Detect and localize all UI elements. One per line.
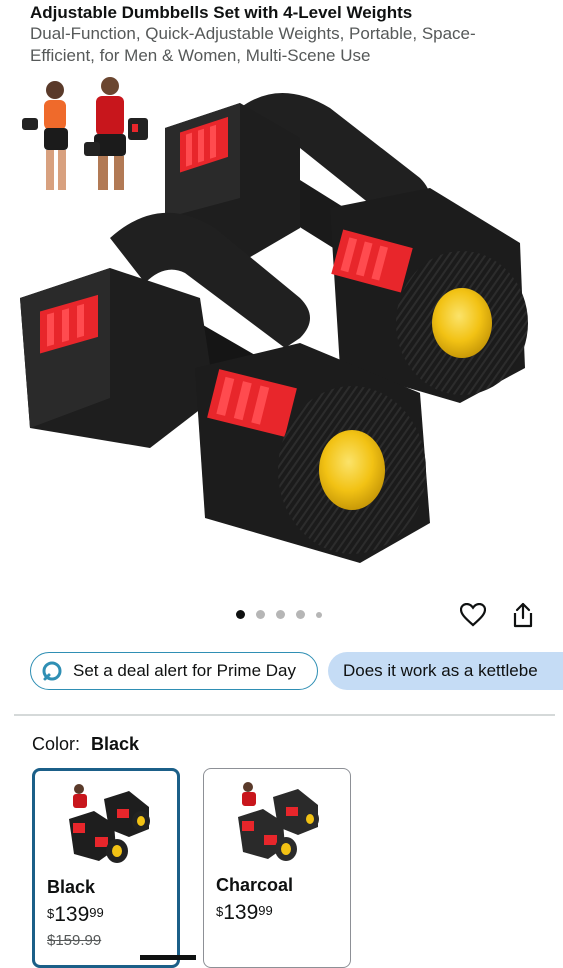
selected-color-value: Black xyxy=(91,734,140,754)
carousel-dot[interactable] xyxy=(316,611,322,618)
variant-price: $ 139 99 xyxy=(216,901,273,924)
carousel-dot[interactable] xyxy=(256,610,265,619)
section-divider xyxy=(14,714,555,716)
heart-icon[interactable] xyxy=(458,600,488,630)
carousel-dot[interactable] xyxy=(276,610,285,619)
product-title: Adjustable Dumbbells Set with 4-Level We… xyxy=(30,3,413,22)
question-chip[interactable]: Does it work as a kettlebe xyxy=(328,652,563,690)
variant-thumbnail xyxy=(69,784,150,863)
image-carousel-indicator[interactable] xyxy=(236,610,322,619)
variant-name: Charcoal xyxy=(216,875,294,895)
deal-alert-chip[interactable]: Set a deal alert for Prime Day xyxy=(30,652,318,690)
variant-was-price: $159.99 xyxy=(47,932,102,949)
alexa-icon xyxy=(42,661,62,681)
home-indicator xyxy=(140,955,196,960)
carousel-dot[interactable] xyxy=(296,610,305,619)
color-label: Color: xyxy=(32,734,81,754)
carousel-dot[interactable] xyxy=(236,610,245,619)
question-chip-label: Does it work as a kettlebe xyxy=(343,661,538,680)
lifestyle-photo xyxy=(22,77,148,190)
deal-alert-label: Set a deal alert for Prime Day xyxy=(73,661,296,680)
variant-name: Black xyxy=(47,877,96,897)
color-option-black[interactable]: Black $ 139 99 $159.99 xyxy=(32,768,180,968)
share-icon[interactable] xyxy=(508,600,538,630)
product-image[interactable] xyxy=(0,68,563,598)
color-selector-header: Color: Black xyxy=(32,734,139,755)
variant-thumbnail xyxy=(238,782,319,861)
product-header: Adjustable Dumbbells Set with 4-Level We… xyxy=(30,2,555,67)
quick-action-chips: Set a deal alert for Prime Day Does it w… xyxy=(30,652,563,692)
product-subtitle-line-1: Dual-Function, Quick-Adjustable Weights,… xyxy=(30,24,476,43)
color-option-charcoal[interactable]: Charcoal $ 139 99 xyxy=(203,768,351,968)
variant-price: $ 139 99 xyxy=(47,903,104,926)
product-subtitle-line-2: Efficient, for Men & Women, Multi-Scene … xyxy=(30,46,371,65)
